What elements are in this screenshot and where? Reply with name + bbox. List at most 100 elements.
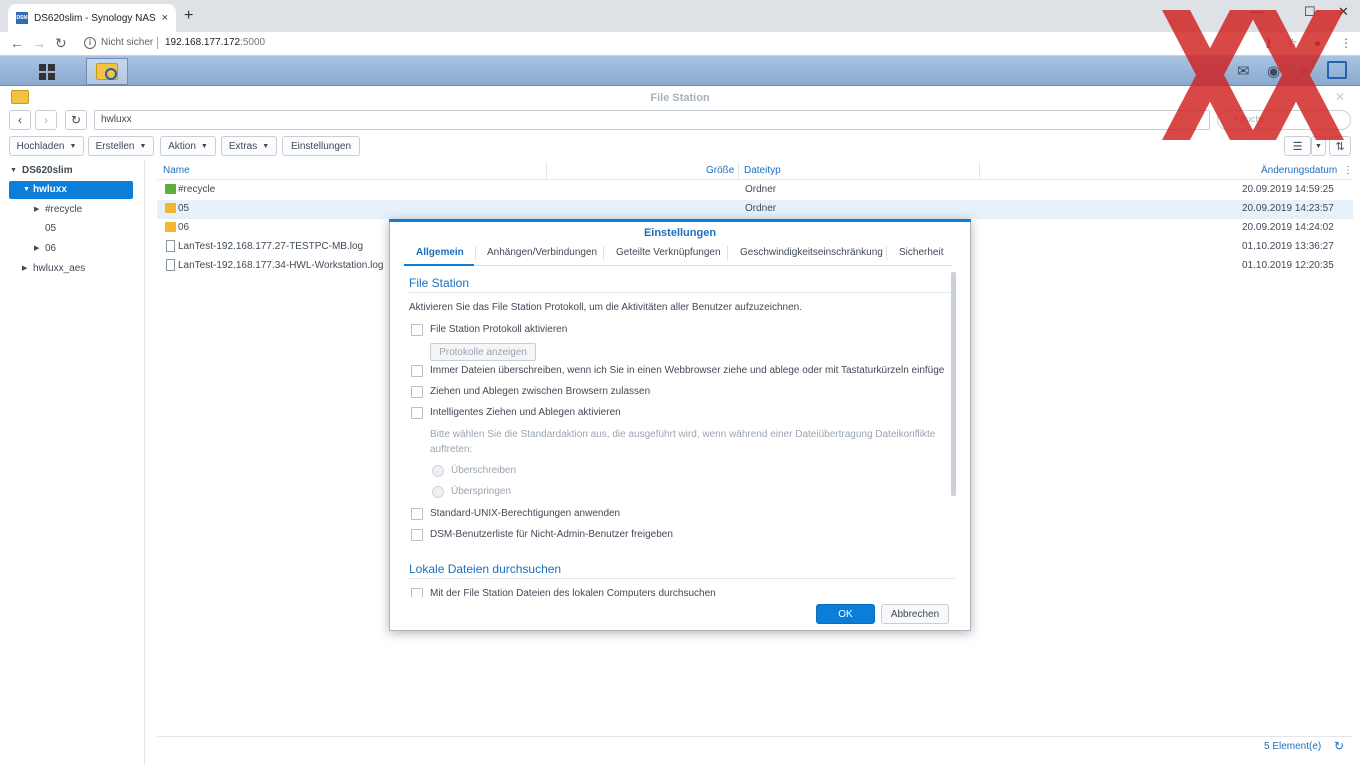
- chevron-down-icon: ▼: [69, 142, 77, 150]
- tree-item-recycle[interactable]: ▶ #recycle: [34, 201, 82, 219]
- ok-button[interactable]: OK: [816, 604, 875, 624]
- new-tab-button[interactable]: +: [184, 7, 193, 25]
- expand-icon[interactable]: ▼: [10, 162, 17, 180]
- smart-drag-label[interactable]: Intelligentes Ziehen und Ablegen aktivie…: [430, 407, 621, 418]
- search-icon[interactable]: ⌕: [1299, 62, 1307, 79]
- menu-dots-icon[interactable]: ⋮: [1340, 36, 1352, 50]
- collapse-icon[interactable]: ▶: [34, 201, 39, 219]
- column-name[interactable]: Name: [163, 165, 190, 176]
- tab-speed-limit[interactable]: Geschwindigkeitseinschränkung: [740, 247, 883, 258]
- tab-general[interactable]: Allgemein: [416, 247, 464, 258]
- local-files-label[interactable]: Mit der File Station Dateien des lokalen…: [430, 588, 716, 597]
- conflict-hint-line2: auftreten:: [430, 444, 473, 455]
- column-menu-icon[interactable]: ⋮: [1343, 165, 1353, 176]
- url-port: :5000: [240, 37, 266, 48]
- tree-item-label: hwluxx: [33, 184, 67, 195]
- back-arrow-icon[interactable]: ←: [10, 35, 24, 51]
- tab-separator: [475, 246, 476, 260]
- not-secure-label[interactable]: Nicht sicher: [101, 37, 153, 48]
- drag-browsers-label[interactable]: Ziehen und Ablegen zwischen Browsern zul…: [430, 386, 650, 397]
- maximize-button[interactable]: ☐: [1304, 4, 1316, 20]
- local-files-checkbox[interactable]: [411, 588, 423, 597]
- forward-arrow-icon[interactable]: →: [32, 35, 46, 51]
- file-icon: [166, 240, 175, 252]
- log-checkbox[interactable]: [411, 324, 423, 336]
- create-label: Erstellen: [95, 140, 135, 152]
- list-view-button[interactable]: ☰: [1284, 136, 1311, 156]
- action-button[interactable]: Aktion ▼: [160, 136, 216, 156]
- star-icon[interactable]: ☆: [1287, 36, 1298, 50]
- tab-connections[interactable]: Anhängen/Verbindungen: [487, 247, 597, 258]
- userlist-label[interactable]: DSM-Benutzerliste für Nicht-Admin-Benutz…: [430, 529, 673, 540]
- overwrite-radio-label[interactable]: Überschreiben: [451, 465, 516, 476]
- file-type: Ordner: [745, 203, 777, 214]
- settings-button[interactable]: Einstellungen: [282, 136, 360, 156]
- tab-shared-links[interactable]: Geteilte Verknüpfungen: [616, 247, 721, 258]
- main-menu-button[interactable]: [26, 58, 68, 85]
- overwrite-checkbox[interactable]: [411, 365, 423, 377]
- forward-button[interactable]: ›: [35, 110, 57, 130]
- tree-item-hwluxx-aes[interactable]: ▶ hwluxx_aes: [22, 260, 85, 278]
- url-field[interactable]: 192.168.177.172:5000: [165, 37, 265, 48]
- extras-button[interactable]: Extras ▼: [221, 136, 277, 156]
- overwrite-label[interactable]: Immer Dateien überschreiben, wenn ich Si…: [430, 365, 944, 376]
- tab-security[interactable]: Sicherheit: [899, 247, 943, 258]
- cancel-button[interactable]: Abbrechen: [881, 604, 949, 624]
- tree-item-hwluxx[interactable]: ▼ hwluxx: [9, 181, 133, 199]
- section-local-files: Lokale Dateien durchsuchen: [409, 562, 562, 576]
- table-row[interactable]: 05 Ordner 20.09.2019 14:23:57: [157, 200, 1353, 219]
- main-menu-icon: [39, 63, 55, 80]
- skip-radio-label[interactable]: Überspringen: [451, 486, 511, 497]
- tree-root[interactable]: ▼ DS620slim: [10, 162, 73, 180]
- tree-item-06[interactable]: ▶ 06: [34, 240, 56, 258]
- dialog-scrollbar[interactable]: [951, 272, 956, 496]
- unix-permissions-label[interactable]: Standard-UNIX-Berechtigungen anwenden: [430, 508, 620, 519]
- status-refresh-icon[interactable]: ↻: [1334, 739, 1344, 753]
- skip-radio[interactable]: [432, 486, 444, 498]
- search-input[interactable]: ⌕ ▾ Suche: [1217, 110, 1351, 130]
- drag-browsers-checkbox[interactable]: [411, 386, 423, 398]
- notifications-icon[interactable]: ✉: [1237, 62, 1250, 80]
- file-name: LanTest-192.168.177.27-TESTPC-MB.log: [178, 241, 364, 252]
- user-icon[interactable]: ◉: [1267, 62, 1280, 80]
- column-size[interactable]: Größe: [706, 165, 734, 176]
- column-separator[interactable]: [546, 162, 547, 179]
- expand-icon[interactable]: ▼: [23, 181, 30, 199]
- create-button[interactable]: Erstellen ▼: [88, 136, 154, 156]
- tab-close-icon[interactable]: ×: [162, 12, 168, 24]
- userlist-checkbox[interactable]: [411, 529, 423, 541]
- show-logs-button[interactable]: Protokolle anzeigen: [430, 343, 536, 361]
- column-separator[interactable]: [738, 162, 739, 179]
- upload-button[interactable]: Hochladen ▼: [9, 136, 84, 156]
- table-row[interactable]: #recycle Ordner 20.09.2019 14:59:25: [157, 181, 1353, 200]
- browser-tab[interactable]: DSM DS620slim - Synology NAS ×: [8, 4, 176, 32]
- key-icon[interactable]: ⚷: [1264, 36, 1273, 50]
- file-date: 20.09.2019 14:59:25: [1242, 184, 1334, 195]
- info-icon[interactable]: i: [84, 37, 96, 49]
- overwrite-radio[interactable]: [432, 465, 444, 477]
- path-field[interactable]: hwluxx: [94, 110, 1210, 130]
- minimize-button[interactable]: —: [1250, 4, 1263, 19]
- collapse-icon[interactable]: ▶: [34, 240, 39, 258]
- column-separator[interactable]: [979, 162, 980, 179]
- collapse-icon[interactable]: ▶: [22, 260, 27, 278]
- sort-button[interactable]: ⇅: [1329, 136, 1351, 156]
- file-station-taskbar-button[interactable]: [86, 58, 128, 85]
- view-dropdown-icon[interactable]: ▼: [1311, 136, 1326, 156]
- widgets-icon[interactable]: [1327, 61, 1347, 79]
- column-type[interactable]: Dateityp: [744, 165, 781, 176]
- file-date: 01.10.2019 12:20:35: [1242, 260, 1334, 271]
- smart-drag-checkbox[interactable]: [411, 407, 423, 419]
- unix-permissions-checkbox[interactable]: [411, 508, 423, 520]
- profile-icon[interactable]: ●: [1314, 36, 1321, 50]
- window-close-button[interactable]: ✕: [1338, 4, 1349, 20]
- column-date[interactable]: Änderungsdatum: [1261, 165, 1337, 176]
- reload-icon[interactable]: ↻: [55, 35, 67, 52]
- refresh-button[interactable]: ↻: [65, 110, 87, 130]
- back-button[interactable]: ‹: [9, 110, 31, 130]
- window-close-icon[interactable]: ✕: [1335, 90, 1345, 104]
- log-label[interactable]: File Station Protokoll aktivieren: [430, 324, 567, 335]
- folder-icon: [165, 203, 176, 213]
- tree-item-05[interactable]: 05: [45, 220, 56, 238]
- status-bar: [157, 736, 1353, 756]
